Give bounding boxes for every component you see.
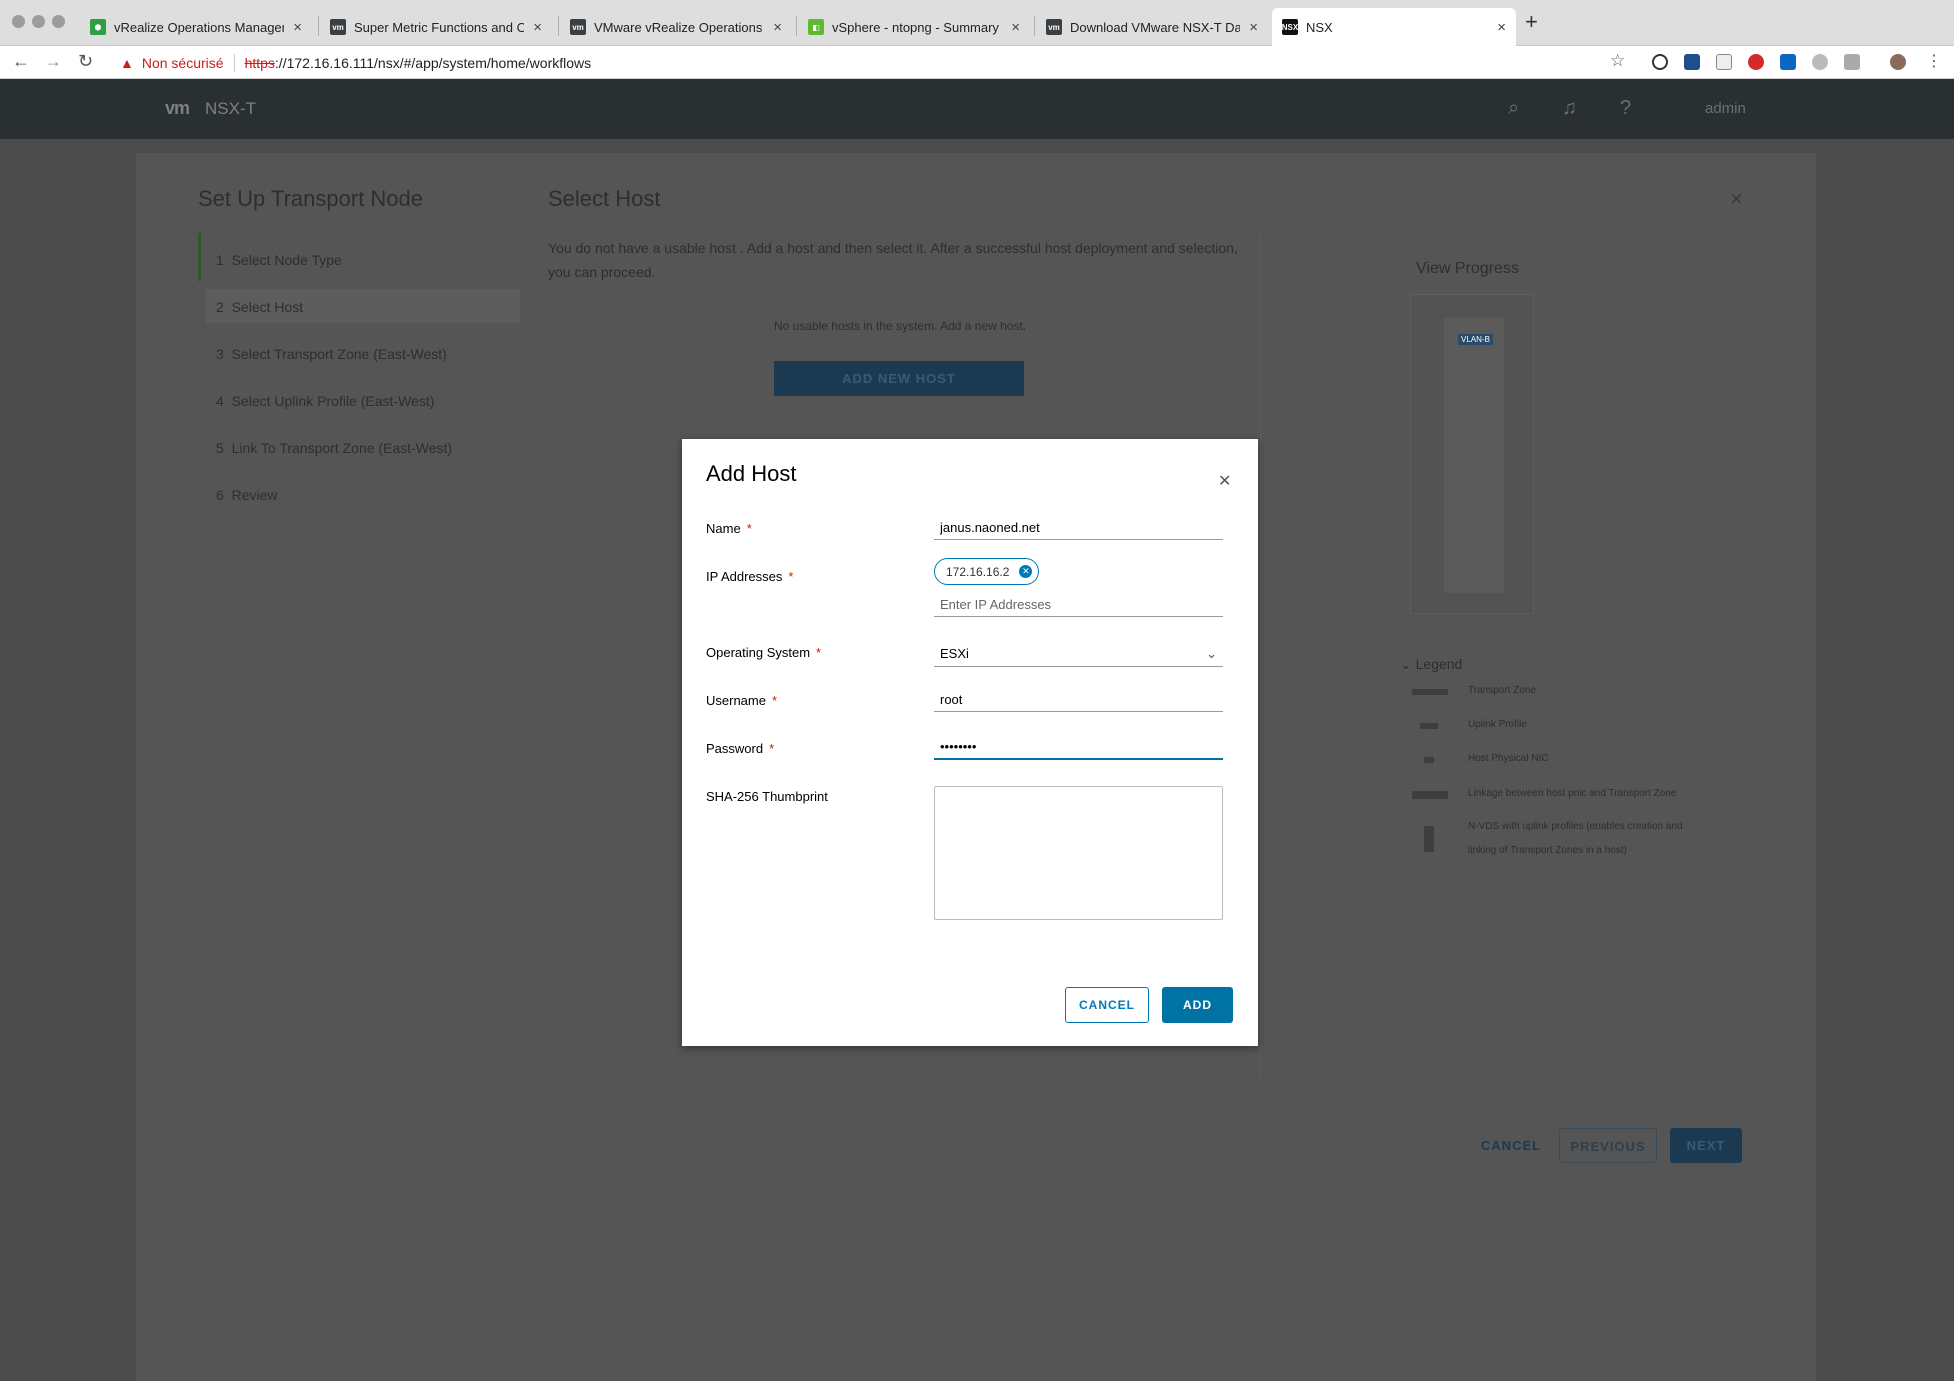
vm-favicon-icon: vm (330, 19, 346, 35)
browser-tab[interactable]: ⬢ vRealize Operations Manager × (80, 8, 312, 46)
forward-icon[interactable]: → (44, 51, 62, 72)
progress-host (1444, 318, 1504, 593)
operating-system-select[interactable]: ESXi ⌄ (934, 641, 1223, 667)
thumbprint-label: SHA-256 Thumbprint (706, 789, 828, 804)
nsx-favicon-icon: NSX (1282, 19, 1298, 35)
browser-tab[interactable]: vm VMware vRealize Operations (v × (560, 8, 792, 46)
legend-item: N-VDS with uplink profiles (enables crea… (1468, 821, 1683, 832)
close-tab-icon[interactable]: × (1497, 19, 1506, 36)
browser-tab-bar: ⬢ vRealize Operations Manager × vm Super… (0, 0, 1954, 46)
warning-icon: ▲ (120, 55, 134, 71)
bookmark-star-icon[interactable]: ☆ (1610, 51, 1625, 71)
browser-tab[interactable]: vm Super Metric Functions and Op × (320, 8, 552, 46)
browser-tab[interactable]: vm Download VMware NSX-T Data × (1036, 8, 1268, 46)
product-name: NSX-T (205, 99, 256, 118)
url-field[interactable]: ▲ Non sécurisé https ://172.16.16.111/ns… (120, 51, 591, 75)
vlan-badge: VLAN-B (1458, 334, 1493, 345)
password-label: Password * (706, 741, 775, 756)
linkedin-icon[interactable] (1780, 54, 1796, 70)
close-icon[interactable]: ✕ (1218, 471, 1231, 491)
vm-favicon-icon: vm (1046, 19, 1062, 35)
section-title: Select Host (548, 186, 661, 211)
chevron-down-icon: ⌄ (1206, 646, 1217, 661)
user-menu[interactable]: admin (1705, 100, 1746, 117)
url-scheme: https (244, 55, 275, 71)
add-new-host-button[interactable]: ADD NEW HOST (774, 361, 1024, 396)
extension-icon[interactable] (1684, 54, 1700, 70)
thumbprint-textarea[interactable] (934, 786, 1223, 920)
app-header: vm NSX-T ⌕ ♫ ? admin (0, 79, 1954, 139)
add-button[interactable]: ADD (1162, 987, 1233, 1023)
profile-avatar[interactable] (1890, 54, 1906, 70)
vsphere-favicon-icon: ◧ (808, 19, 824, 35)
security-label: Non sécurisé (141, 55, 224, 71)
close-tab-icon[interactable]: × (533, 19, 542, 36)
back-icon[interactable]: ← (12, 51, 30, 72)
name-input[interactable] (934, 515, 1223, 540)
legend-item: Uplink Profile (1468, 719, 1527, 730)
new-tab-button[interactable]: + (1525, 9, 1538, 35)
remove-chip-icon[interactable]: ✕ (1019, 565, 1033, 578)
no-hosts-message: No usable hosts in the system. Add a new… (774, 319, 1027, 333)
vmware-logo: vm (165, 98, 190, 118)
username-input[interactable] (934, 687, 1223, 712)
legend-item: Host Physical NIC (1468, 753, 1549, 764)
section-description: You do not have a usable host . Add a ho… (548, 240, 1238, 280)
password-input[interactable] (934, 735, 1223, 760)
close-tab-icon[interactable]: × (1011, 19, 1020, 36)
extension-icon[interactable] (1716, 54, 1732, 70)
legend-item: linking of Transport Zones in a host) (1468, 845, 1627, 856)
search-icon[interactable]: ⌕ (1508, 97, 1519, 120)
help-icon[interactable]: ? (1620, 97, 1631, 120)
wizard-previous-button[interactable]: PREVIOUS (1559, 1128, 1657, 1163)
wizard-title: Set Up Transport Node (198, 186, 424, 211)
extension-icon[interactable] (1812, 54, 1828, 70)
ip-addresses-input[interactable] (934, 592, 1223, 617)
add-host-modal: Add Host ✕ Name* IP Addresses* 172.16.16… (682, 439, 1258, 1046)
bell-icon[interactable]: ♫ (1562, 97, 1577, 120)
view-progress-title: View Progress (1416, 260, 1519, 277)
wizard-step[interactable]: 3 Select Transport Zone (East-West) (216, 346, 447, 362)
close-tab-icon[interactable]: × (293, 19, 302, 36)
browser-tab-active[interactable]: NSX NSX × (1272, 8, 1516, 46)
close-window-button[interactable] (12, 15, 25, 28)
wizard-next-button[interactable]: NEXT (1670, 1128, 1742, 1163)
close-tab-icon[interactable]: × (773, 19, 782, 36)
vm-favicon-icon: vm (570, 19, 586, 35)
ip-address-chip: 172.16.16.2 ✕ (934, 558, 1040, 585)
url-path: ://172.16.16.111/nsx/#/app/system/home/w… (274, 55, 592, 71)
maximize-window-button[interactable] (52, 15, 65, 28)
wizard-step[interactable]: 4 Select Uplink Profile (East-West) (216, 393, 434, 409)
legend-item: Transport Zone (1468, 685, 1536, 696)
username-label: Username * (706, 693, 778, 708)
name-label: Name * (706, 521, 752, 536)
reload-icon[interactable]: ↻ (78, 51, 93, 72)
wizard-step-active[interactable]: 2 Select Host (216, 299, 303, 315)
wizard-step[interactable]: 5 Link To Transport Zone (East-West) (216, 440, 452, 456)
operating-system-label: Operating System * (706, 645, 822, 660)
extension-icon[interactable] (1844, 54, 1860, 70)
ip-addresses-label: IP Addresses * (706, 569, 794, 584)
modal-title: Add Host (706, 461, 797, 486)
close-tab-icon[interactable]: × (1249, 19, 1258, 36)
vrops-favicon-icon: ⬢ (90, 19, 106, 35)
wizard-step[interactable]: 6 Review (216, 487, 277, 503)
legend-toggle[interactable]: ⌄ Legend (1400, 656, 1462, 673)
minimize-window-button[interactable] (32, 15, 45, 28)
cancel-button[interactable]: CANCEL (1065, 987, 1149, 1023)
close-wizard-icon[interactable]: × (1730, 186, 1743, 212)
address-bar: ← → ↻ ▲ Non sécurisé https ://172.16.16.… (0, 46, 1954, 79)
menu-icon[interactable]: ⋮ (1926, 51, 1942, 71)
legend-item: Linkage between host pnic and Transport … (1468, 788, 1677, 799)
browser-tab[interactable]: ◧ vSphere - ntopng - Summary × (798, 8, 1030, 46)
extension-icon[interactable] (1652, 54, 1668, 70)
wizard-cancel-button[interactable]: CANCEL (1476, 1128, 1546, 1163)
extension-icon[interactable] (1748, 54, 1764, 70)
wizard-step[interactable]: 1 Select Node Type (216, 252, 342, 268)
